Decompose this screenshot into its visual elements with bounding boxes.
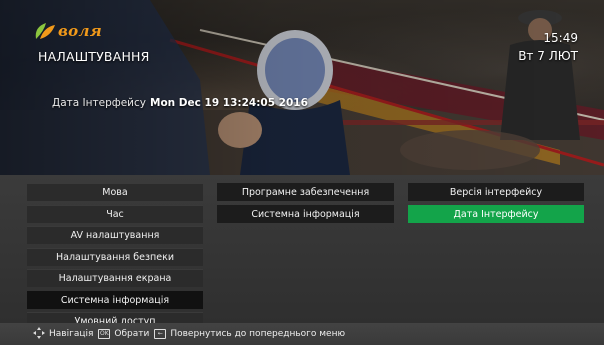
footer-back-label: Повернутись до попереднього меню [170,329,346,339]
navigation-arrows-icon [33,326,45,342]
page-title: НАЛАШТУВАННЯ [38,49,150,64]
menu-item-software[interactable]: Програмне забезпечення [217,183,394,201]
settings-menu: Мова Час AV налаштування Налаштування бе… [0,175,604,330]
brand-logo: воля [34,20,102,42]
info-value: Mon Dec 19 13:24:05 2016 [150,97,308,109]
menu-column-main: Мова Час AV налаштування Налаштування бе… [27,183,203,334]
menu-item-system-info-sub[interactable]: Системна інформація [217,204,394,223]
leaf-logo-icon [35,23,55,39]
menu-item-interface-date[interactable]: Дата Інтерфейсу [408,204,584,223]
ok-key-icon: OK [98,329,111,339]
menu-column-detail: Версія інтерфейсу Дата Інтерфейсу [408,183,584,226]
brand-name: воля [58,22,102,40]
footer-ok-label: Обрати [114,329,150,339]
clock-time: 15:49 [543,31,578,45]
back-key-icon: ← [154,329,167,339]
menu-column-sub: Програмне забезпечення Системна інформац… [217,183,394,226]
menu-item-interface-version[interactable]: Версія інтерфейсу [408,183,584,201]
info-label: Дата Інтерфейсу [52,97,146,109]
menu-item-language[interactable]: Мова [27,183,203,201]
menu-item-screen[interactable]: Налаштування екрана [27,269,203,287]
menu-item-system-info[interactable]: Системна інформація [27,290,203,309]
clock-date: Вт 7 ЛЮТ [518,49,578,63]
menu-item-security[interactable]: Налаштування безпеки [27,247,203,266]
menu-item-time[interactable]: Час [27,204,203,223]
menu-item-av-settings[interactable]: AV налаштування [27,226,203,244]
footer-nav-label: Навігація [49,329,94,339]
footer-hints: Навігація OK Обрати ← Повернутись до поп… [0,323,604,345]
